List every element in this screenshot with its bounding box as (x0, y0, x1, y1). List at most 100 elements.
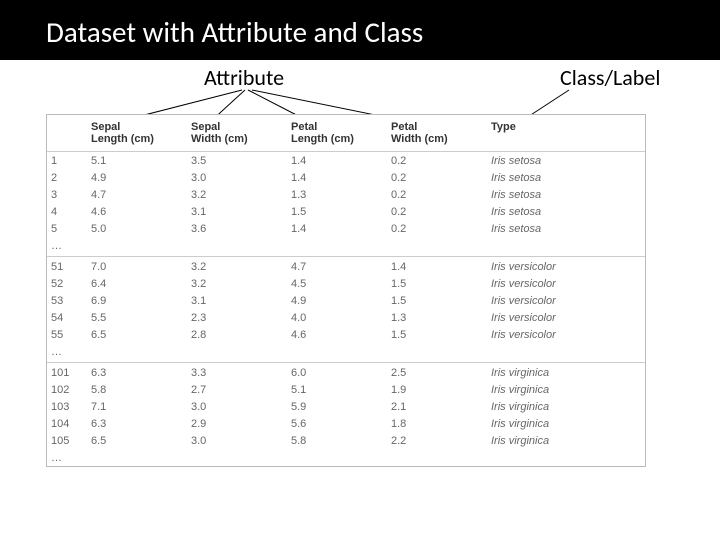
cell-petal-length: 5.8 (287, 432, 387, 449)
cell-sepal-width: 3.1 (187, 292, 287, 309)
cell-index: 2 (47, 169, 87, 186)
cell-type (487, 449, 645, 466)
table-row: … (47, 449, 645, 466)
cell-petal-length: 4.9 (287, 292, 387, 309)
cell-petal-width: 0.2 (387, 203, 487, 220)
cell-index: 53 (47, 292, 87, 309)
cell-index: 5 (47, 220, 87, 237)
cell-sepal-width (187, 449, 287, 466)
cell-petal-length: 4.7 (287, 256, 387, 275)
cell-petal-length: 4.5 (287, 275, 387, 292)
cell-sepal-length: 5.1 (87, 152, 187, 170)
cell-petal-width (387, 343, 487, 362)
cell-petal-length: 5.6 (287, 415, 387, 432)
cell-petal-width: 2.5 (387, 362, 487, 381)
cell-petal-width: 0.2 (387, 152, 487, 170)
cell-sepal-width: 2.7 (187, 381, 287, 398)
cell-sepal-width: 3.0 (187, 432, 287, 449)
cell-sepal-length: 4.9 (87, 169, 187, 186)
cell-type: Iris versicolor (487, 292, 645, 309)
cell-index: 103 (47, 398, 87, 415)
cell-type (487, 237, 645, 256)
cell-type: Iris versicolor (487, 309, 645, 326)
cell-sepal-width: 3.3 (187, 362, 287, 381)
cell-petal-length: 1.5 (287, 203, 387, 220)
cell-sepal-length: 5.5 (87, 309, 187, 326)
data-table: SepalLength (cm) SepalWidth (cm) PetalLe… (46, 114, 646, 467)
cell-type: Iris setosa (487, 203, 645, 220)
cell-sepal-length: 6.5 (87, 432, 187, 449)
cell-sepal-width: 3.1 (187, 203, 287, 220)
table-row: 526.43.24.51.5Iris versicolor (47, 275, 645, 292)
cell-type: Iris setosa (487, 152, 645, 170)
cell-index: 104 (47, 415, 87, 432)
col-type: Type (487, 115, 645, 152)
table-row: 1046.32.95.61.8Iris virginica (47, 415, 645, 432)
cell-index: … (47, 237, 87, 256)
cell-sepal-length: 7.0 (87, 256, 187, 275)
table-row: 24.93.01.40.2Iris setosa (47, 169, 645, 186)
cell-sepal-length (87, 343, 187, 362)
slide-title: Dataset with Attribute and Class (0, 0, 720, 60)
cell-petal-length: 4.0 (287, 309, 387, 326)
cell-sepal-width: 3.2 (187, 275, 287, 292)
cell-sepal-length: 6.5 (87, 326, 187, 343)
table-row: … (47, 237, 645, 256)
cell-petal-length (287, 449, 387, 466)
cell-index: 54 (47, 309, 87, 326)
cell-petal-length: 5.9 (287, 398, 387, 415)
cell-sepal-length: 5.8 (87, 381, 187, 398)
cell-index: 1 (47, 152, 87, 170)
cell-sepal-width: 3.2 (187, 186, 287, 203)
cell-type: Iris virginica (487, 415, 645, 432)
table-row: 34.73.21.30.2Iris setosa (47, 186, 645, 203)
cell-sepal-length: 6.4 (87, 275, 187, 292)
cell-sepal-length: 5.0 (87, 220, 187, 237)
cell-type: Iris versicolor (487, 275, 645, 292)
cell-sepal-length: 6.3 (87, 415, 187, 432)
cell-index: 4 (47, 203, 87, 220)
class-label: Class/Label (560, 64, 660, 91)
cell-type: Iris virginica (487, 362, 645, 381)
table-row: 1025.82.75.11.9Iris virginica (47, 381, 645, 398)
cell-petal-length: 1.4 (287, 152, 387, 170)
attribute-label: Attribute (204, 64, 284, 91)
col-petal-length: PetalLength (cm) (287, 115, 387, 152)
cell-sepal-width: 3.2 (187, 256, 287, 275)
table-header-row: SepalLength (cm) SepalWidth (cm) PetalLe… (47, 115, 645, 152)
cell-sepal-width: 3.6 (187, 220, 287, 237)
cell-petal-width: 1.5 (387, 326, 487, 343)
cell-index: … (47, 449, 87, 466)
cell-index: 3 (47, 186, 87, 203)
cell-sepal-length: 7.1 (87, 398, 187, 415)
cell-index: … (47, 343, 87, 362)
col-sepal-length: SepalLength (cm) (87, 115, 187, 152)
cell-petal-width (387, 237, 487, 256)
cell-type: Iris virginica (487, 398, 645, 415)
cell-type: Iris setosa (487, 220, 645, 237)
cell-petal-width: 1.5 (387, 275, 487, 292)
cell-petal-length: 1.3 (287, 186, 387, 203)
cell-petal-width: 0.2 (387, 186, 487, 203)
cell-sepal-width: 2.9 (187, 415, 287, 432)
cell-sepal-length: 6.3 (87, 362, 187, 381)
cell-sepal-width: 3.0 (187, 169, 287, 186)
col-index (47, 115, 87, 152)
table-row: 1016.33.36.02.5Iris virginica (47, 362, 645, 381)
cell-sepal-width (187, 237, 287, 256)
cell-type (487, 343, 645, 362)
table-row: 536.93.14.91.5Iris versicolor (47, 292, 645, 309)
table-row: … (47, 343, 645, 362)
table-row: 1056.53.05.82.2Iris virginica (47, 432, 645, 449)
cell-petal-width: 1.8 (387, 415, 487, 432)
cell-petal-width: 0.2 (387, 169, 487, 186)
col-petal-width: PetalWidth (cm) (387, 115, 487, 152)
cell-index: 102 (47, 381, 87, 398)
cell-petal-width: 1.5 (387, 292, 487, 309)
cell-sepal-width: 3.5 (187, 152, 287, 170)
slide-body: Attribute Class/Label SepalLength (cm) S… (0, 60, 720, 542)
cell-type: Iris virginica (487, 381, 645, 398)
cell-index: 51 (47, 256, 87, 275)
cell-sepal-length (87, 449, 187, 466)
cell-index: 55 (47, 326, 87, 343)
